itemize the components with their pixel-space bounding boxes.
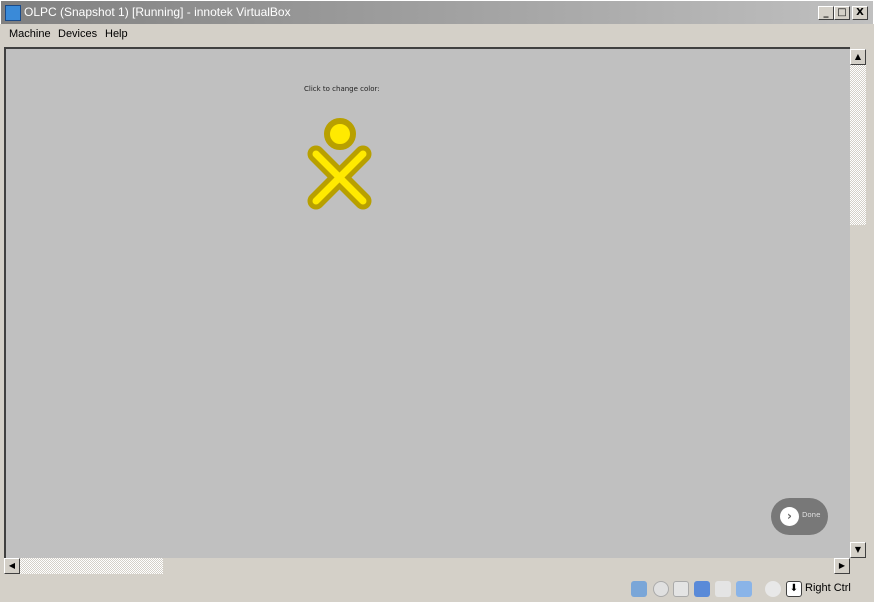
maximize-button[interactable]: □: [834, 6, 850, 20]
virtualbox-app-icon[interactable]: [5, 5, 21, 21]
menu-bar: Machine Devices Help: [0, 24, 874, 44]
host-key-label: Right Ctrl: [805, 582, 851, 594]
menu-help[interactable]: Help: [105, 28, 128, 40]
network-icon[interactable]: [694, 581, 710, 597]
host-key-icon: ⬇: [786, 581, 802, 597]
xo-head: [324, 118, 356, 150]
scroll-up-button[interactable]: ▲: [850, 49, 866, 65]
mouse-integration-icon[interactable]: [765, 581, 781, 597]
xo-buddy-icon[interactable]: [302, 115, 382, 215]
cd-icon[interactable]: [653, 581, 669, 597]
scroll-right-button[interactable]: ▶: [834, 558, 850, 574]
horizontal-scroll-track[interactable]: [20, 558, 163, 574]
window-title: OLPC (Snapshot 1) [Running] - innotek Vi…: [24, 5, 291, 19]
vertical-scrollbar[interactable]: ▲ ▼: [850, 49, 866, 558]
minimize-button[interactable]: _: [818, 6, 834, 20]
done-button[interactable]: › Done: [771, 498, 828, 535]
scroll-left-button[interactable]: ◀: [4, 558, 20, 574]
menu-machine[interactable]: Machine: [9, 28, 51, 40]
status-bar: ⬇ Right Ctrl: [0, 576, 874, 602]
done-label: Done: [802, 511, 821, 519]
floppy-icon[interactable]: [673, 581, 689, 597]
xo-body: [307, 145, 372, 210]
arrow-right-icon: ›: [780, 507, 799, 526]
usb-icon[interactable]: [715, 581, 731, 597]
guest-display[interactable]: Click to change color: › Done: [4, 47, 850, 558]
scroll-down-button[interactable]: ▼: [850, 542, 866, 558]
close-button[interactable]: X: [852, 6, 868, 20]
hard-disk-icon[interactable]: [631, 581, 647, 597]
menu-devices[interactable]: Devices: [58, 28, 97, 40]
shared-folder-icon[interactable]: [736, 581, 752, 597]
vertical-scroll-track[interactable]: [850, 65, 866, 225]
horizontal-scrollbar[interactable]: ◀ ▶: [4, 558, 850, 574]
title-bar: OLPC (Snapshot 1) [Running] - innotek Vi…: [0, 0, 874, 24]
change-color-prompt: Click to change color:: [304, 85, 380, 93]
